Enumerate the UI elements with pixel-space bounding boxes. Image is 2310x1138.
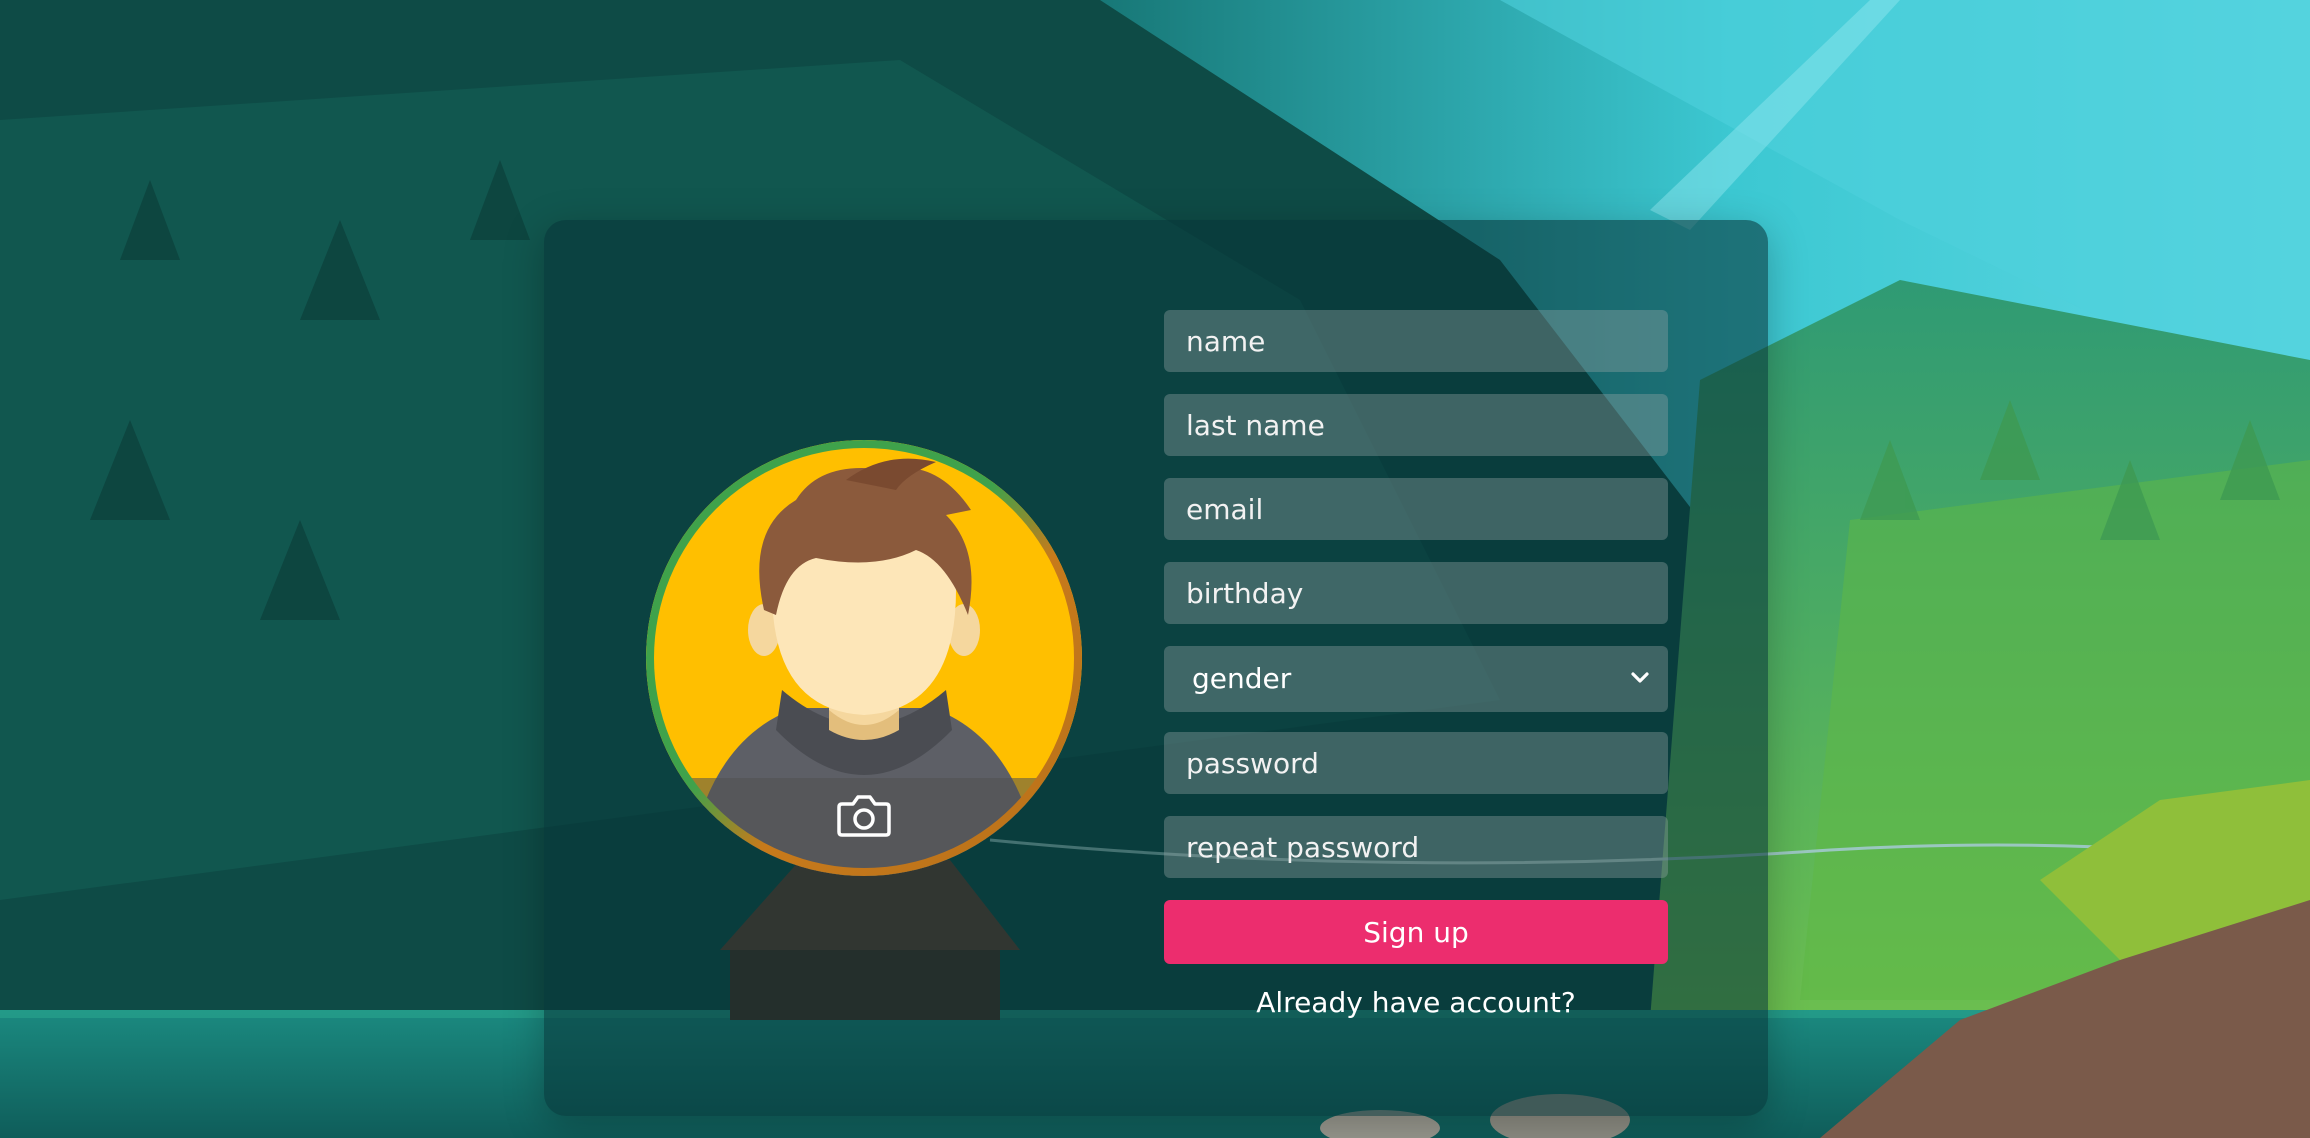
email-input[interactable] — [1164, 478, 1668, 540]
gender-select-value: gender — [1192, 662, 1292, 695]
repeat-password-input[interactable] — [1164, 816, 1668, 878]
name-input[interactable] — [1164, 310, 1668, 372]
chevron-down-icon — [1631, 672, 1649, 683]
camera-icon[interactable] — [836, 792, 892, 840]
login-link[interactable]: Already have account? — [1164, 986, 1668, 1022]
birthday-input[interactable] — [1164, 562, 1668, 624]
gender-select[interactable]: gender — [1164, 646, 1668, 712]
signup-button[interactable]: Sign up — [1164, 900, 1668, 964]
password-input[interactable] — [1164, 732, 1668, 794]
avatar[interactable] — [646, 440, 1082, 876]
last-name-input[interactable] — [1164, 394, 1668, 456]
